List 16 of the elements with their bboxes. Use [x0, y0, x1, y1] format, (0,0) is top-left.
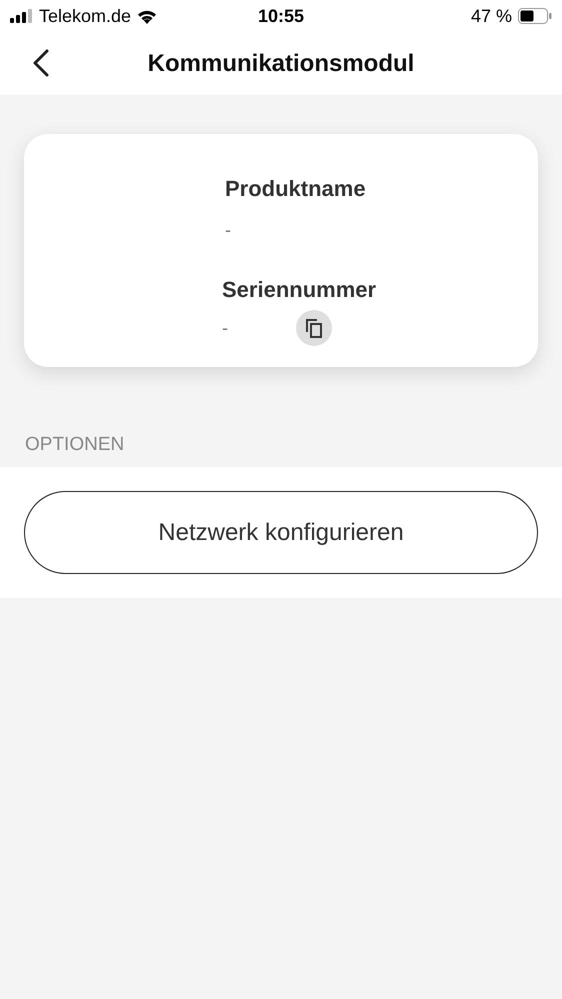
battery-icon — [518, 8, 552, 24]
signal-icon — [10, 9, 34, 23]
field-label: Seriennummer — [222, 276, 376, 304]
field-label: Produktname — [225, 175, 366, 203]
battery-percent: 47 % — [470, 4, 512, 28]
back-icon — [32, 49, 50, 77]
copy-icon — [305, 318, 323, 338]
section-header: OPTIONEN — [24, 433, 126, 457]
copy-button[interactable] — [296, 310, 332, 346]
field-value: - — [222, 316, 229, 340]
wifi-icon — [136, 8, 158, 24]
clock-time: 10:55 — [258, 4, 304, 28]
configure-network-button[interactable]: Netzwerk konfigurieren — [24, 491, 538, 574]
field-value: - — [224, 218, 232, 242]
carrier-name: Telekom.de — [39, 4, 132, 28]
screen-title: Kommunikationsmodul — [148, 48, 414, 78]
